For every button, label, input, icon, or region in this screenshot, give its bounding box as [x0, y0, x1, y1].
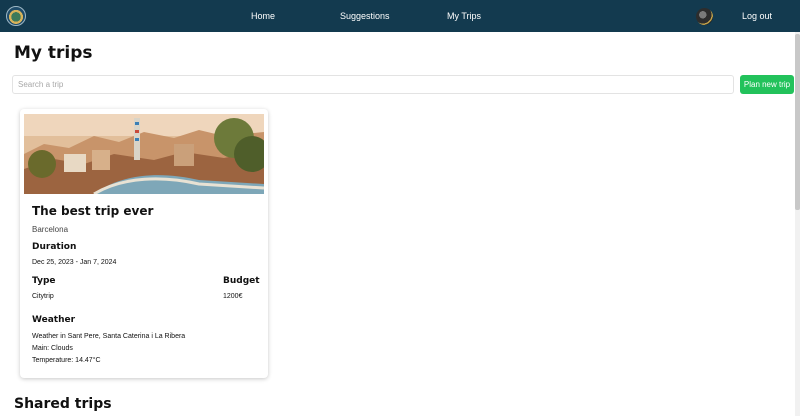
- barcelona-photo: [24, 114, 264, 194]
- weather-label: Weather: [32, 315, 76, 325]
- weather-location: Weather in Sant Pere, Santa Caterina i L…: [32, 333, 186, 340]
- type-value: Citytrip: [32, 293, 54, 300]
- budget-label: Budget: [223, 276, 260, 286]
- type-label: Type: [32, 276, 56, 286]
- weather-main: Main: Clouds: [32, 345, 73, 352]
- shared-trips-title: Shared trips: [14, 396, 112, 412]
- budget-value: 1200€: [223, 293, 243, 300]
- trip-destination-image: [24, 114, 264, 194]
- plan-new-trip-button[interactable]: Plan new trip: [740, 75, 794, 94]
- duration-label: Duration: [32, 242, 77, 252]
- duration-value: Dec 25, 2023 - Jan 7, 2024: [32, 259, 117, 266]
- page-title: My trips: [14, 43, 93, 63]
- nav-my-trips-link[interactable]: My Trips: [447, 11, 481, 21]
- app-logo-icon[interactable]: [6, 6, 26, 26]
- nav-home-link[interactable]: Home: [251, 11, 275, 21]
- trip-city: Barcelona: [32, 225, 69, 234]
- trip-title: The best trip ever: [32, 204, 154, 218]
- weather-temperature: Temperature: 14.47°C: [32, 357, 101, 364]
- user-avatar-icon[interactable]: [696, 8, 713, 25]
- trip-card[interactable]: The best trip ever Barcelona Duration De…: [20, 109, 268, 378]
- search-trip-input[interactable]: [12, 75, 734, 94]
- logout-link[interactable]: Log out: [742, 11, 772, 21]
- scrollbar-thumb[interactable]: [795, 34, 800, 210]
- nav-suggestions-link[interactable]: Suggestions: [340, 11, 390, 21]
- top-navbar: Home Suggestions My Trips Log out: [0, 0, 800, 32]
